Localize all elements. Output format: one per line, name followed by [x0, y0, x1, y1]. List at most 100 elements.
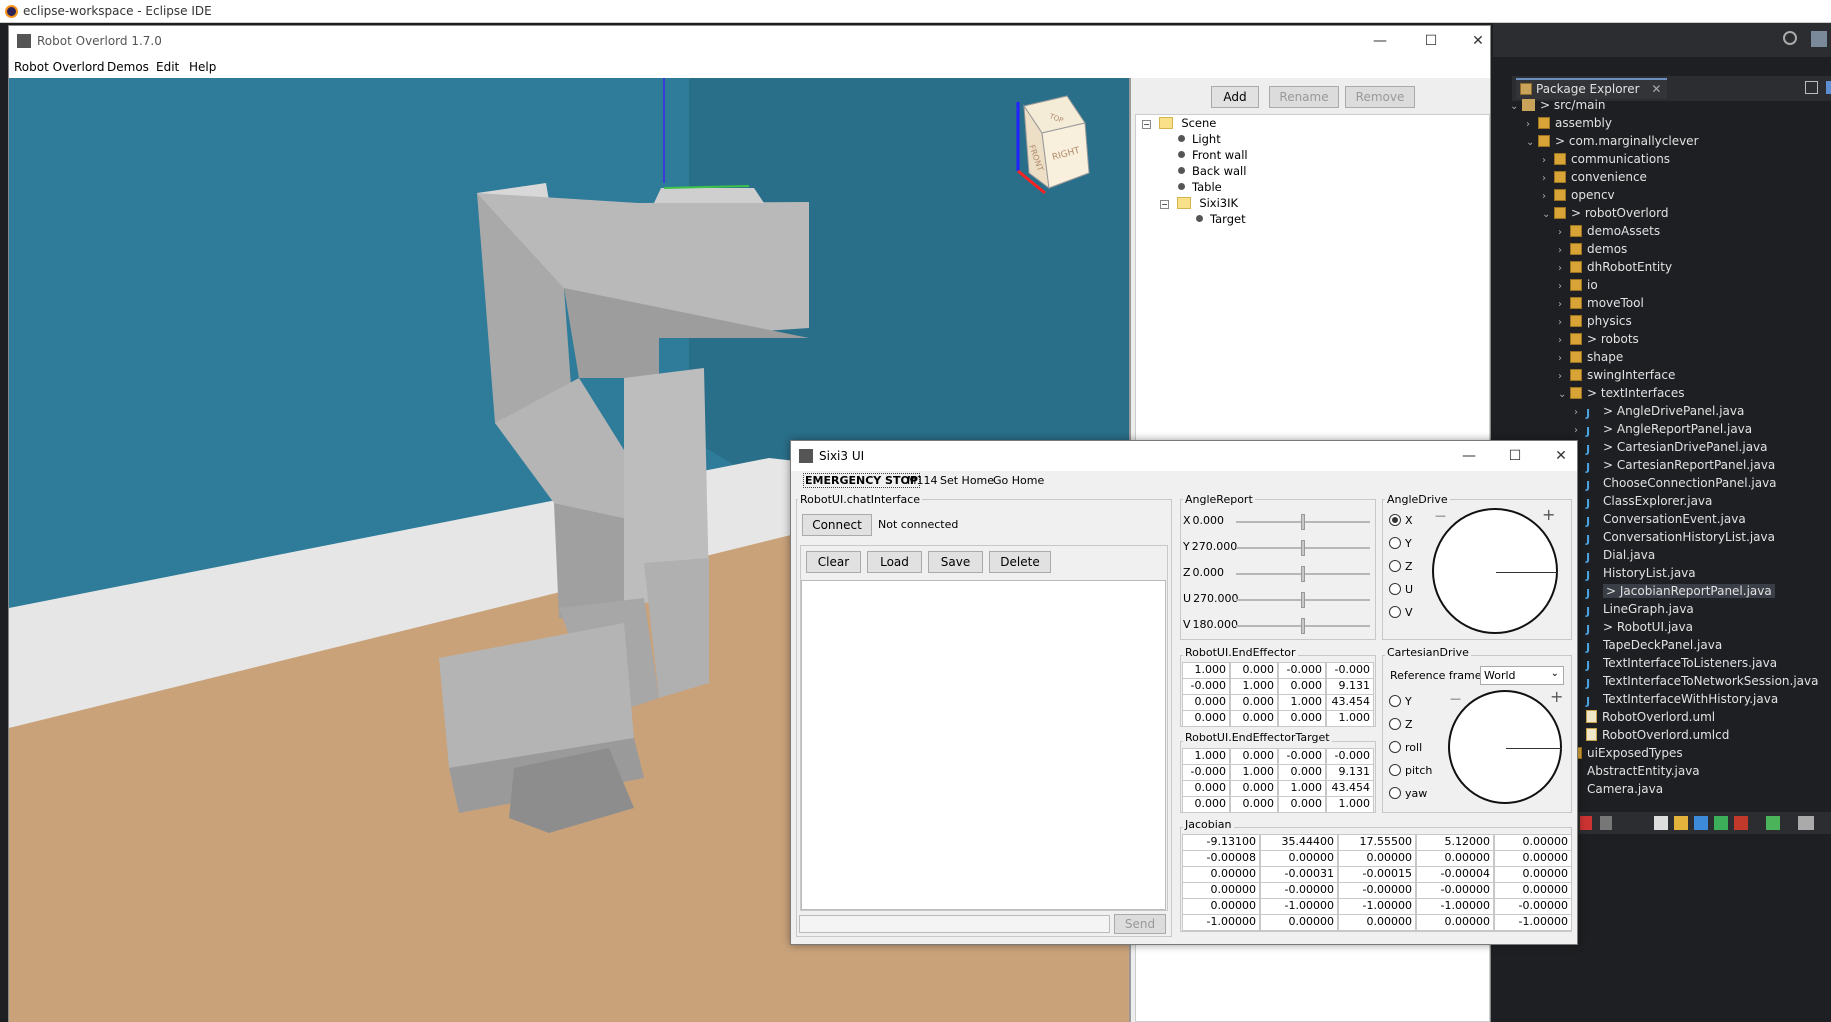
file-item[interactable]: ›JChooseConnectionPanel.java [1574, 474, 1777, 492]
dial-minus-icon[interactable]: — [1435, 509, 1446, 522]
file-item[interactable]: ›JDial.java [1574, 546, 1655, 564]
file-item[interactable]: ›JClassExplorer.java [1574, 492, 1712, 510]
file-item[interactable]: › J > AngleDrivePanel.java [1574, 402, 1744, 420]
pin-console-icon[interactable] [1734, 816, 1748, 830]
tree-expander-icon[interactable]: − [1142, 120, 1151, 129]
display-console-icon[interactable] [1766, 816, 1780, 830]
history-list[interactable] [801, 580, 1166, 910]
radio-option[interactable]: Y [1389, 537, 1412, 550]
collapse-all-icon[interactable] [1805, 81, 1818, 94]
package-item[interactable]: ⌄ > src/main [1510, 96, 1605, 114]
radio-option[interactable]: Z [1389, 560, 1413, 573]
tree-node-front-wall[interactable]: Front wall [1178, 148, 1248, 162]
clear-button[interactable]: Clear [806, 551, 861, 573]
word-wrap-icon[interactable] [1694, 816, 1708, 830]
remove-launch-icon[interactable] [1600, 816, 1612, 830]
file-item[interactable]: ›JConversationEvent.java [1574, 510, 1746, 528]
clear-console-icon[interactable] [1654, 816, 1668, 830]
add-button[interactable]: Add [1211, 86, 1259, 108]
close-button[interactable]: ✕ [1468, 32, 1488, 50]
radio-option[interactable]: Y [1389, 695, 1412, 708]
menu-edit[interactable]: Edit [156, 60, 179, 74]
file-item[interactable]: ›JLineGraph.java [1574, 600, 1694, 618]
dial-plus-icon[interactable]: + [1542, 505, 1555, 524]
package-item[interactable]: › physics [1558, 312, 1632, 330]
remove-button[interactable]: Remove [1345, 86, 1415, 108]
minimize-button[interactable]: — [1370, 32, 1390, 50]
file-item[interactable]: ›JHistoryList.java [1574, 564, 1696, 582]
m114-button[interactable]: M114 [907, 474, 938, 487]
dial-minus-icon[interactable]: — [1450, 692, 1461, 705]
menu-help[interactable]: Help [189, 60, 216, 74]
package-item[interactable]: › shape [1558, 348, 1623, 366]
scroll-lock-icon[interactable] [1674, 816, 1688, 830]
radio-option[interactable]: U [1389, 583, 1413, 596]
link-editor-icon[interactable] [1826, 81, 1831, 94]
connect-button[interactable]: Connect [802, 514, 872, 536]
search-icon[interactable] [1783, 31, 1797, 45]
package-item[interactable]: › communications [1542, 150, 1670, 168]
radio-option[interactable]: Z [1389, 718, 1413, 731]
send-button[interactable]: Send [1114, 914, 1166, 934]
tree-node-scene[interactable]: − Scene [1142, 116, 1216, 130]
cartesian-dial[interactable] [1448, 690, 1562, 804]
file-item[interactable]: ›JAbstractEntity.java [1558, 762, 1700, 780]
chat-input[interactable] [799, 915, 1110, 933]
angle-dial[interactable] [1432, 508, 1558, 634]
load-button[interactable]: Load [867, 551, 922, 573]
package-item[interactable]: ⌄ > robotOverlord [1542, 204, 1668, 222]
tree-node-sixi3ik[interactable]: − Sixi3IK [1160, 196, 1238, 210]
tree-node-table[interactable]: Table [1178, 180, 1222, 194]
file-item[interactable]: ›JTextInterfaceWithHistory.java [1574, 690, 1778, 708]
file-item[interactable]: › J > AngleReportPanel.java [1574, 420, 1752, 438]
open-console-icon[interactable] [1798, 816, 1814, 830]
save-button[interactable]: Save [928, 551, 983, 573]
radio-option[interactable]: yaw [1389, 787, 1427, 800]
maximize-button[interactable]: ☐ [1505, 447, 1525, 465]
tree-node-target[interactable]: Target [1196, 212, 1246, 226]
tree-node-back-wall[interactable]: Back wall [1178, 164, 1246, 178]
package-item[interactable]: › dhRobotEntity [1558, 258, 1672, 276]
file-item[interactable]: ›JConversationHistoryList.java [1574, 528, 1775, 546]
file-item[interactable]: ›JTextInterfaceToListeners.java [1574, 654, 1777, 672]
go-home-button[interactable]: Go Home [993, 474, 1044, 487]
chevron-icon[interactable]: ⌄ [1542, 206, 1554, 224]
minimize-button[interactable]: — [1459, 447, 1479, 465]
radio-option[interactable]: X [1389, 514, 1413, 527]
file-item[interactable]: ›J> CartesianDrivePanel.java [1574, 438, 1768, 456]
chevron-icon[interactable]: ⌄ [1558, 386, 1570, 404]
file-item[interactable]: ›JTextInterfaceToNetworkSession.java [1574, 672, 1818, 690]
package-item[interactable]: › demoAssets [1558, 222, 1660, 240]
package-item[interactable]: › swingInterface [1558, 366, 1675, 384]
perspective-icon[interactable] [1811, 31, 1827, 47]
tree-node-light[interactable]: Light [1178, 132, 1221, 146]
package-item[interactable]: › > robots [1558, 330, 1639, 348]
show-console-icon[interactable] [1714, 816, 1728, 830]
rename-button[interactable]: Rename [1269, 86, 1339, 108]
chevron-icon[interactable]: ⌄ [1510, 98, 1522, 116]
file-item[interactable]: RobotOverlord.umlcd [1574, 726, 1729, 744]
chevron-icon[interactable]: ⌄ [1526, 134, 1538, 152]
package-item[interactable]: › demos [1558, 240, 1627, 258]
file-item[interactable]: ›J> CartesianReportPanel.java [1574, 456, 1775, 474]
tree-expander-icon[interactable]: − [1160, 200, 1169, 209]
package-item[interactable]: ⌄ > com.marginallyclever [1526, 132, 1699, 150]
menu-demos[interactable]: Demos [107, 60, 149, 74]
file-item[interactable]: ›J> JacobianReportPanel.java [1574, 582, 1775, 600]
radio-option[interactable]: V [1389, 606, 1413, 619]
package-item[interactable]: › io [1558, 276, 1598, 294]
close-button[interactable]: ✕ [1551, 447, 1571, 465]
package-item[interactable]: › moveTool [1558, 294, 1644, 312]
package-item[interactable]: ⌄ > textInterfaces [1558, 384, 1685, 402]
file-item[interactable]: ›J> RobotUI.java [1574, 618, 1693, 636]
file-item[interactable]: ›JTapeDeckPanel.java [1574, 636, 1722, 654]
radio-option[interactable]: pitch [1389, 764, 1432, 777]
dial-plus-icon[interactable]: + [1550, 687, 1563, 706]
package-item[interactable]: › opencv [1542, 186, 1615, 204]
delete-button[interactable]: Delete [989, 551, 1051, 573]
set-home-button[interactable]: Set Home [940, 474, 994, 487]
emergency-stop-button[interactable]: EMERGENCY STOP [803, 473, 920, 488]
package-item[interactable]: › assembly [1526, 114, 1612, 132]
package-item[interactable]: › convenience [1542, 168, 1647, 186]
file-item[interactable]: RobotOverlord.uml [1574, 708, 1715, 726]
